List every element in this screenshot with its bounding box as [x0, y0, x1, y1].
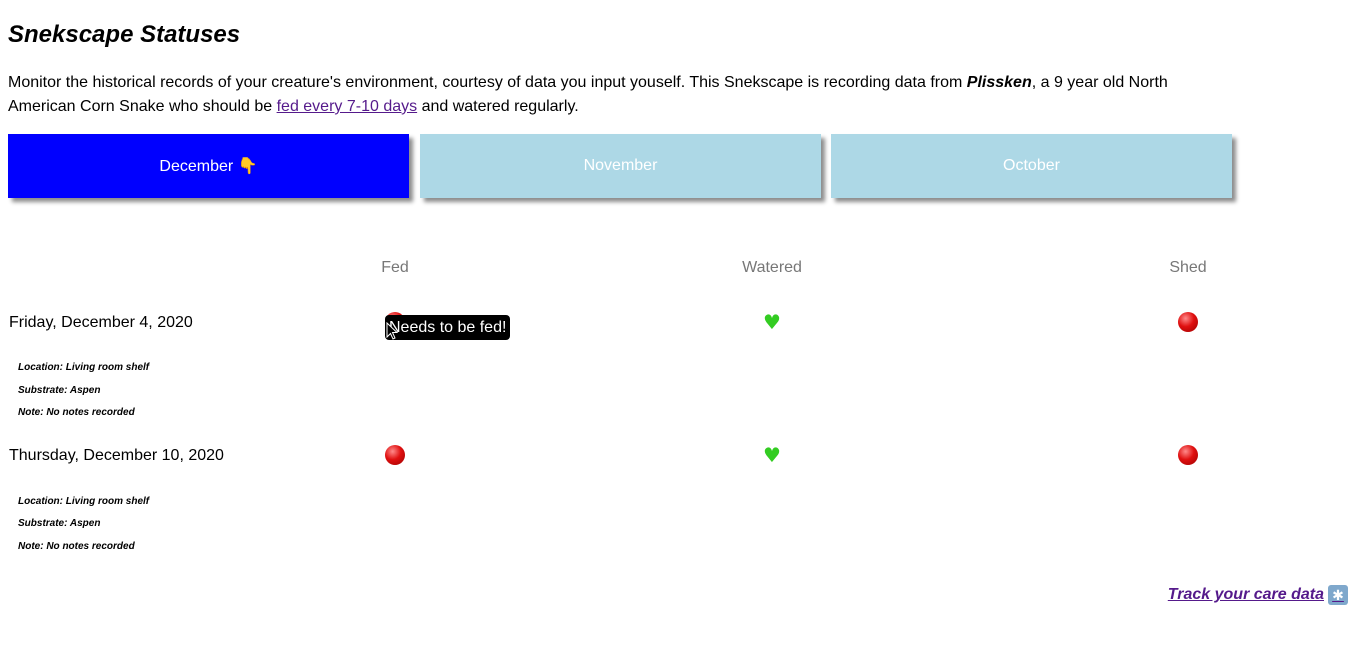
tab-december[interactable]: December 👇: [8, 134, 409, 198]
feeding-schedule-link[interactable]: fed every 7-10 days: [277, 98, 418, 115]
tab-october[interactable]: October: [831, 134, 1232, 198]
record-substrate: Substrate: Aspen: [18, 385, 101, 396]
red-circle-icon[interactable]: [1178, 445, 1198, 465]
record-date: Thursday, December 10, 2020: [9, 447, 224, 464]
column-header-fed: Fed: [381, 259, 409, 276]
mouse-cursor-icon: [386, 322, 398, 340]
green-heart-icon[interactable]: ♥: [763, 312, 781, 332]
track-care-data-link[interactable]: Track your care data ✱: [1168, 585, 1348, 605]
snake-name: Plissken: [966, 74, 1032, 91]
tab-november[interactable]: November: [420, 134, 821, 198]
track-care-data-label: Track your care data: [1167, 586, 1324, 603]
record-date: Friday, December 4, 2020: [9, 314, 193, 331]
record-note: Note: No notes recorded: [18, 541, 135, 552]
record-location: Location: Living room shelf: [18, 496, 150, 507]
snowflake-icon: ✱: [1328, 585, 1348, 605]
intro-paragraph: Monitor the historical records of your c…: [8, 71, 1178, 119]
page-title: Snekscape Statuses: [8, 21, 241, 48]
fed-status-tooltip: Needs to be fed!: [385, 315, 511, 340]
green-heart-icon[interactable]: ♥: [763, 445, 781, 465]
red-circle-icon[interactable]: [385, 445, 405, 465]
record-substrate: Substrate: Aspen: [18, 518, 101, 529]
red-circle-icon[interactable]: [1178, 312, 1198, 332]
column-header-watered: Watered: [742, 259, 802, 276]
intro-text-3: and watered regularly.: [417, 98, 579, 115]
column-header-shed: Shed: [1169, 259, 1207, 276]
record-location: Location: Living room shelf: [18, 362, 150, 373]
intro-text-1: Monitor the historical records of your c…: [8, 74, 967, 91]
record-note: Note: No notes recorded: [18, 407, 135, 418]
